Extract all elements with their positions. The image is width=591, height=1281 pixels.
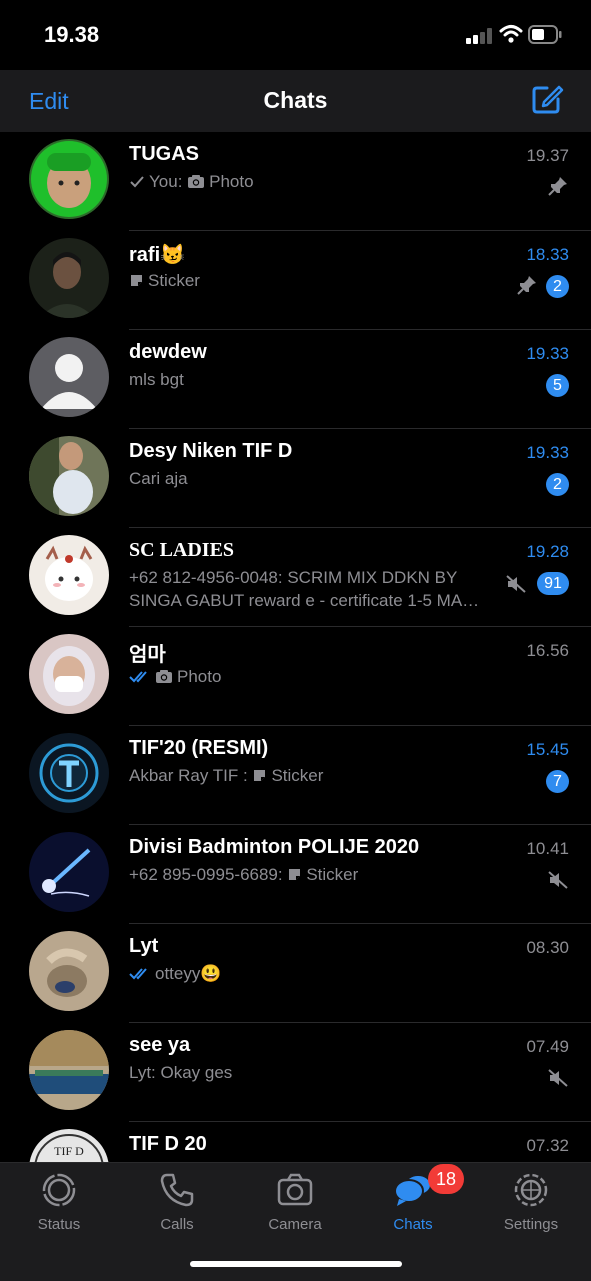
camera-icon xyxy=(156,670,172,683)
chat-row-sc-ladies[interactable]: SC LADIES +62 812-4956-0048: SCRIM MIX D… xyxy=(0,528,591,627)
avatar xyxy=(29,238,109,318)
chat-name: Desy Niken TIF D xyxy=(129,440,293,462)
chat-preview: +62 812-4956-0048: SCRIM MIX DDKN BY SIN… xyxy=(129,568,480,610)
chat-time: 08.30 xyxy=(526,938,569,957)
phone-icon xyxy=(160,1173,194,1207)
chat-time: 19.37 xyxy=(526,146,569,165)
muted-icon xyxy=(548,871,568,889)
pin-icon xyxy=(517,276,536,295)
camera-icon xyxy=(188,175,205,188)
muted-icon xyxy=(506,575,526,593)
avatar xyxy=(29,139,109,219)
cellular-signal-icon xyxy=(466,28,492,44)
status-icon xyxy=(42,1173,76,1207)
chat-time: 19.33 xyxy=(526,443,569,462)
chat-time: 07.49 xyxy=(526,1037,569,1056)
chat-preview: Akbar Ray TIF : Sticker xyxy=(129,766,324,785)
avatar: TIF D xyxy=(29,1129,109,1162)
chat-time: 15.45 xyxy=(526,740,569,759)
tab-label: Settings xyxy=(503,1216,559,1233)
chat-name: TIF D 20 xyxy=(129,1133,207,1155)
page-title: Chats xyxy=(263,87,328,113)
navigation-bar: Edit Chats xyxy=(0,70,591,132)
tab-label: Camera xyxy=(268,1216,322,1233)
tab-label: Calls xyxy=(160,1216,194,1233)
tab-status[interactable]: Status xyxy=(9,1171,109,1239)
unread-badge: 91 xyxy=(537,572,569,595)
avatar-text: TIF D xyxy=(54,1144,84,1158)
chat-name: dewdew xyxy=(129,341,207,363)
checkmark-icon xyxy=(130,176,144,188)
chat-row-rafi[interactable]: rafi😼 Sticker 18.33 2 xyxy=(0,231,591,330)
chat-preview: Sticker xyxy=(129,269,504,292)
unread-badge: 7 xyxy=(546,770,569,793)
avatar xyxy=(29,436,109,516)
chat-name: rafi😼 xyxy=(129,244,186,266)
double-check-read-icon xyxy=(129,671,147,683)
chat-row-see-ya[interactable]: see ya Lyt: Okay ges 07.49 xyxy=(0,1023,591,1122)
chat-name: 엄마 xyxy=(129,644,166,666)
chat-name: TUGAS xyxy=(129,143,199,165)
avatar xyxy=(29,733,109,813)
chat-preview: +62 895-0995-6689: Sticker xyxy=(129,865,359,884)
gear-icon xyxy=(514,1173,548,1207)
status-time: 19.38 xyxy=(44,22,100,47)
chat-row-dewdew[interactable]: dewdew mls bgt 19.33 5 xyxy=(0,330,591,429)
chat-preview: mls bgt xyxy=(129,370,184,389)
chat-preview: Cari aja xyxy=(129,469,188,488)
avatar xyxy=(29,931,109,1011)
chat-time: 19.33 xyxy=(526,344,569,363)
muted-icon xyxy=(548,1069,568,1087)
chat-row-tif20-resmi[interactable]: TIF'20 (RESMI) Akbar Ray TIF : Sticker 1… xyxy=(0,726,591,825)
chat-name: TIF'20 (RESMI) xyxy=(129,737,269,759)
chat-list[interactable]: TUGAS You: Photo 19.37 rafi😼 Sticker 18.… xyxy=(0,132,591,1162)
sticker-icon xyxy=(131,275,142,286)
chat-time: 18.33 xyxy=(526,245,569,264)
unread-badge: 5 xyxy=(546,374,569,397)
chat-row-tif-d-20[interactable]: TIF D TIF D 20 07.32 xyxy=(0,1122,591,1162)
home-indicator[interactable] xyxy=(190,1261,402,1267)
tab-settings[interactable]: Settings xyxy=(481,1171,581,1239)
camera-icon xyxy=(277,1173,313,1206)
chat-bubbles-icon xyxy=(394,1176,430,1206)
tab-calls[interactable]: Calls xyxy=(127,1171,227,1239)
sticker-icon xyxy=(254,770,266,781)
unread-badge: 2 xyxy=(546,275,569,298)
status-bar: 19.38 xyxy=(0,0,591,70)
chat-row-lyt[interactable]: Lyt otteyy😃 08.30 xyxy=(0,924,591,1023)
chat-name: Lyt xyxy=(129,935,159,957)
chat-preview: Photo xyxy=(129,665,504,688)
wifi-icon xyxy=(499,25,523,43)
chat-row-tugas[interactable]: TUGAS You: Photo 19.37 xyxy=(0,132,591,231)
tab-label: Status xyxy=(37,1216,81,1233)
battery-icon xyxy=(528,25,562,44)
chat-name: Divisi Badminton POLIJE 2020 xyxy=(129,836,420,858)
compose-icon[interactable] xyxy=(530,82,564,116)
avatar xyxy=(29,634,109,714)
chat-row-divisi-badminton[interactable]: Divisi Badminton POLIJE 2020 +62 895-099… xyxy=(0,825,591,924)
chat-time: 10.41 xyxy=(526,839,569,858)
tab-camera[interactable]: Camera xyxy=(245,1171,345,1239)
avatar xyxy=(29,832,109,912)
chats-unread-badge: 18 xyxy=(428,1164,464,1194)
chat-preview: You: Photo xyxy=(129,170,504,193)
chat-time: 16.56 xyxy=(526,641,569,660)
chat-preview: Lyt: Okay ges xyxy=(129,1063,233,1082)
chat-name: SC LADIES xyxy=(129,539,235,561)
sticker-icon xyxy=(289,869,301,880)
chat-time: 19.28 xyxy=(526,542,569,561)
chat-preview: otteyy😃 xyxy=(129,962,504,985)
unread-badge: 2 xyxy=(546,473,569,496)
avatar xyxy=(29,337,109,417)
tab-label: Chats xyxy=(393,1216,433,1233)
chat-row-desy-niken[interactable]: Desy Niken TIF D Cari aja 19.33 2 xyxy=(0,429,591,528)
chat-row-mom[interactable]: 엄마 Photo 16.56 xyxy=(0,627,591,726)
double-check-read-icon xyxy=(129,968,147,980)
chat-name: see ya xyxy=(129,1034,191,1056)
pin-icon xyxy=(548,177,567,196)
chat-time: 07.32 xyxy=(526,1136,569,1155)
avatar xyxy=(29,535,109,615)
avatar xyxy=(29,1030,109,1110)
